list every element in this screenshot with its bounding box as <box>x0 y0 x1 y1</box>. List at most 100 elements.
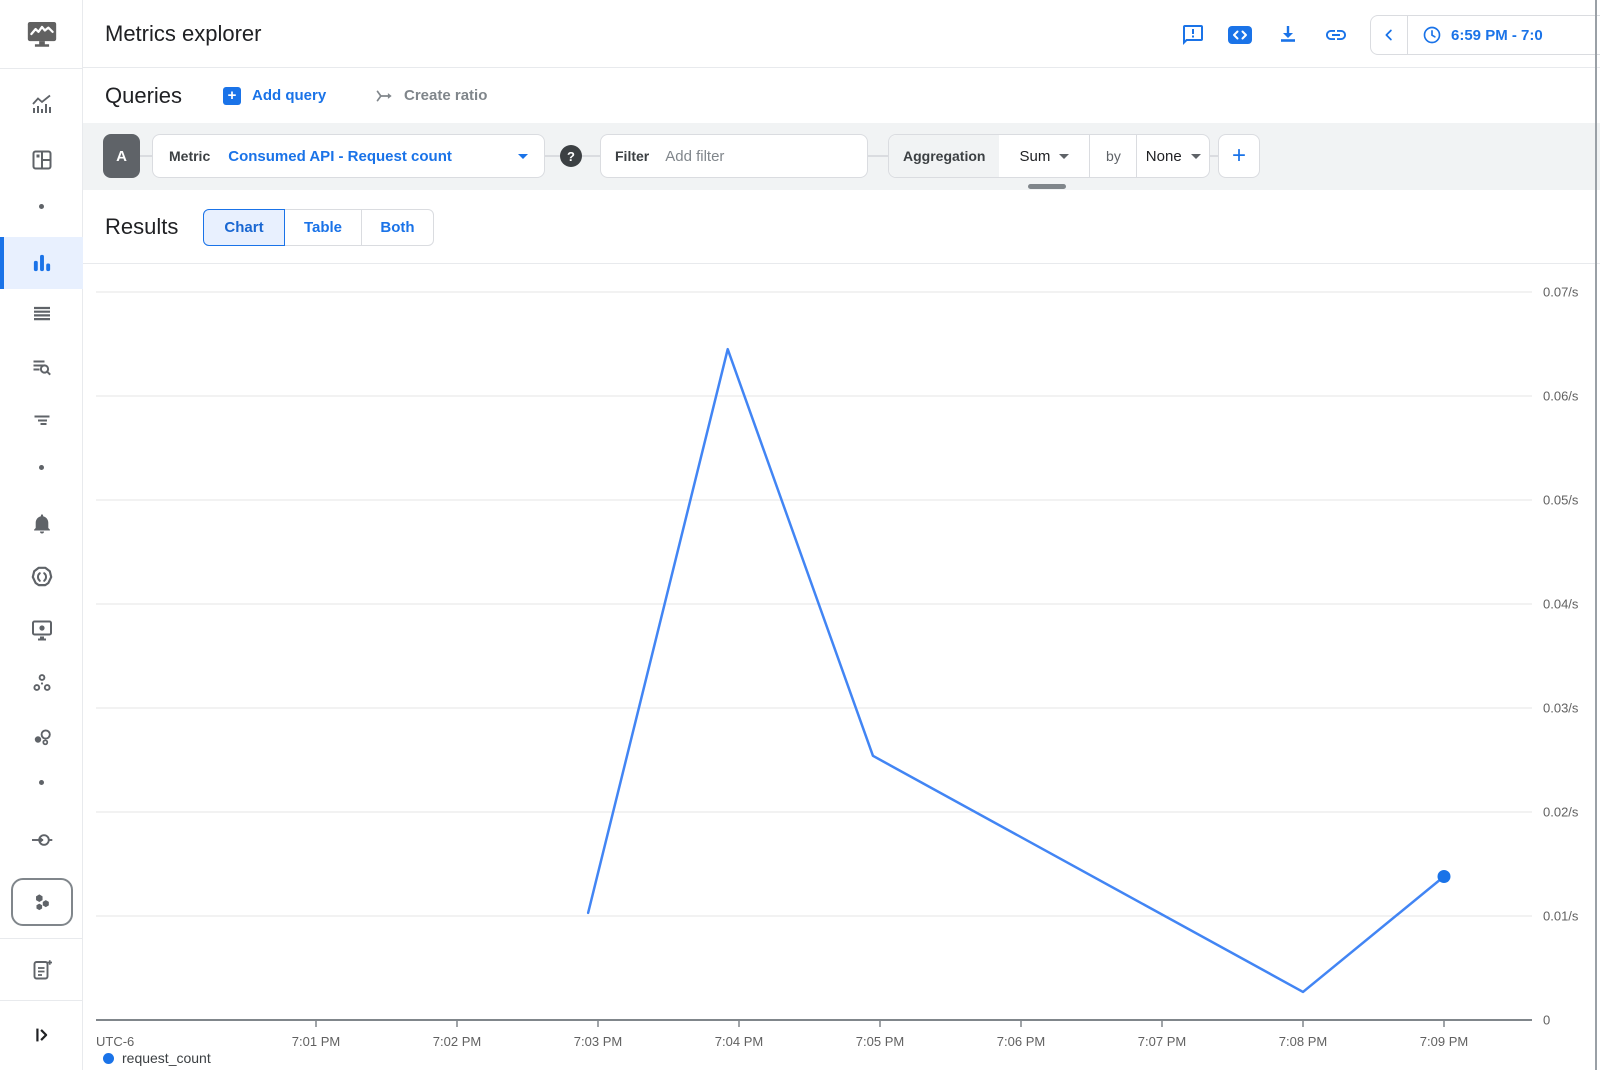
monitoring-logo-icon <box>23 17 61 51</box>
sidebar-item-data-collection[interactable] <box>0 815 83 865</box>
sidebar-divider-dot <box>0 447 83 487</box>
results-heading: Results <box>105 190 178 263</box>
add-query-label: Add query <box>252 87 326 104</box>
tab-table[interactable]: Table <box>284 209 362 246</box>
aggregation-value: Sum <box>1020 148 1051 165</box>
by-segment: by <box>1090 135 1136 177</box>
sidebar-divider <box>0 938 83 939</box>
sidebar-item-uptime-checks[interactable] <box>0 605 83 655</box>
filter-input[interactable]: Add filter <box>665 148 724 165</box>
page-title: Metrics explorer <box>105 0 261 68</box>
sidebar-item-groups[interactable] <box>0 658 83 708</box>
filter-field[interactable]: Filter Add filter <box>600 134 868 178</box>
monitoring-logo <box>0 0 83 68</box>
svg-text:7:06 PM: 7:06 PM <box>997 1034 1045 1049</box>
svg-text:0.01/s: 0.01/s <box>1543 909 1579 924</box>
aggregation-label-segment: Aggregation <box>889 135 999 177</box>
scrollbar[interactable] <box>1595 0 1597 1070</box>
group-by-dropdown[interactable]: None <box>1137 135 1209 177</box>
create-ratio-button[interactable]: Create ratio <box>375 68 487 123</box>
sidebar-item-overview[interactable] <box>0 79 83 129</box>
sidebar-item-gke[interactable] <box>0 873 83 931</box>
aggregation-dropdown[interactable]: Sum <box>999 135 1089 177</box>
create-ratio-icon <box>375 86 395 106</box>
add-query-element-button[interactable]: + <box>1218 134 1260 178</box>
group-by-value: None <box>1146 148 1182 165</box>
sidebar-item-prometheus[interactable] <box>0 552 83 602</box>
metrics-explorer-icon <box>29 250 55 276</box>
metric-value: Consumed API - Request count <box>228 148 452 165</box>
share-link-button[interactable] <box>1322 21 1350 49</box>
svg-text:7:01 PM: 7:01 PM <box>292 1034 340 1049</box>
metric-selector[interactable]: Metric Consumed API - Request count <box>152 134 545 178</box>
metric-label: Metric <box>169 148 210 164</box>
sidebar-item-log-search[interactable] <box>0 342 83 392</box>
sidebar-item-release-notes[interactable] <box>0 945 83 995</box>
dashboards-icon <box>30 148 54 172</box>
add-query-button[interactable]: + Add query <box>223 68 326 123</box>
metric-help-button[interactable]: ? <box>560 145 582 167</box>
integrations-icon <box>30 725 54 749</box>
sidebar-divider <box>0 1000 83 1001</box>
line-chart[interactable]: 00.01/s0.02/s0.03/s0.04/s0.05/s0.06/s0.0… <box>83 264 1600 1071</box>
svg-text:UTC-6: UTC-6 <box>96 1034 134 1049</box>
create-ratio-label: Create ratio <box>404 87 487 104</box>
gke-frame <box>11 878 73 926</box>
log-search-icon <box>30 355 54 379</box>
divider-dot <box>39 780 44 785</box>
aggregation-label: Aggregation <box>903 148 985 164</box>
overview-icon <box>30 92 54 116</box>
sidebar-item-dashboards[interactable] <box>0 135 83 185</box>
divider-dot <box>39 465 44 470</box>
sidebar-item-integrations[interactable] <box>0 712 83 762</box>
time-range-collapse-button[interactable] <box>1371 16 1408 54</box>
view-code-button[interactable] <box>1226 21 1254 49</box>
aggregation-group: Aggregation Sum by None <box>888 134 1210 178</box>
alerting-bell-icon <box>30 512 54 536</box>
svg-text:0.02/s: 0.02/s <box>1543 805 1579 820</box>
by-label: by <box>1106 148 1121 164</box>
page-header: Metrics explorer <box>83 0 1600 68</box>
svg-text:7:05 PM: 7:05 PM <box>856 1034 904 1049</box>
sidebar-collapse-toggle[interactable] <box>0 1010 83 1060</box>
prometheus-icon <box>29 564 55 590</box>
time-range-display[interactable]: 6:59 PM - 7:0 <box>1408 25 1543 45</box>
expand-panel-icon <box>31 1024 53 1046</box>
sidebar <box>0 0 83 1070</box>
svg-text:7:09 PM: 7:09 PM <box>1420 1034 1468 1049</box>
time-range-text: 6:59 PM - 7:0 <box>1451 27 1543 44</box>
main-content: Metrics explorer <box>83 0 1600 1070</box>
feedback-icon <box>1181 23 1205 47</box>
svg-text:0.05/s: 0.05/s <box>1543 493 1579 508</box>
pill-connector <box>1210 155 1218 157</box>
query-letter-badge[interactable]: A <box>103 134 140 178</box>
sidebar-item-menu-list[interactable] <box>0 289 83 339</box>
clock-icon <box>1422 25 1442 45</box>
time-range-selector: 6:59 PM - 7:0 <box>1370 15 1600 55</box>
download-button[interactable] <box>1274 21 1302 49</box>
svg-text:0: 0 <box>1543 1013 1550 1028</box>
pill-connector <box>868 155 888 157</box>
trace-icon <box>30 408 54 432</box>
sidebar-item-trace[interactable] <box>0 395 83 445</box>
pill-connector <box>140 155 152 157</box>
chevron-down-icon <box>1191 154 1201 159</box>
legend-item[interactable]: request_count <box>103 1050 211 1066</box>
chevron-down-icon <box>518 154 528 159</box>
data-collection-icon <box>30 828 54 852</box>
filter-label: Filter <box>615 148 649 164</box>
sidebar-item-alerting[interactable] <box>0 499 83 549</box>
svg-text:0.06/s: 0.06/s <box>1543 389 1579 404</box>
tab-chart[interactable]: Chart <box>203 209 285 246</box>
tab-both[interactable]: Both <box>361 209 434 246</box>
resize-drag-handle[interactable] <box>1028 184 1066 189</box>
svg-text:7:02 PM: 7:02 PM <box>433 1034 481 1049</box>
svg-text:7:03 PM: 7:03 PM <box>574 1034 622 1049</box>
plus-icon: + <box>223 87 241 105</box>
send-feedback-button[interactable] <box>1179 21 1207 49</box>
legend-label: request_count <box>122 1050 211 1066</box>
legend-color-dot <box>103 1053 114 1064</box>
release-notes-icon <box>30 958 54 982</box>
queries-section: Queries + Add query Create ratio <box>83 68 1600 123</box>
sidebar-item-metrics-explorer[interactable] <box>0 238 83 288</box>
